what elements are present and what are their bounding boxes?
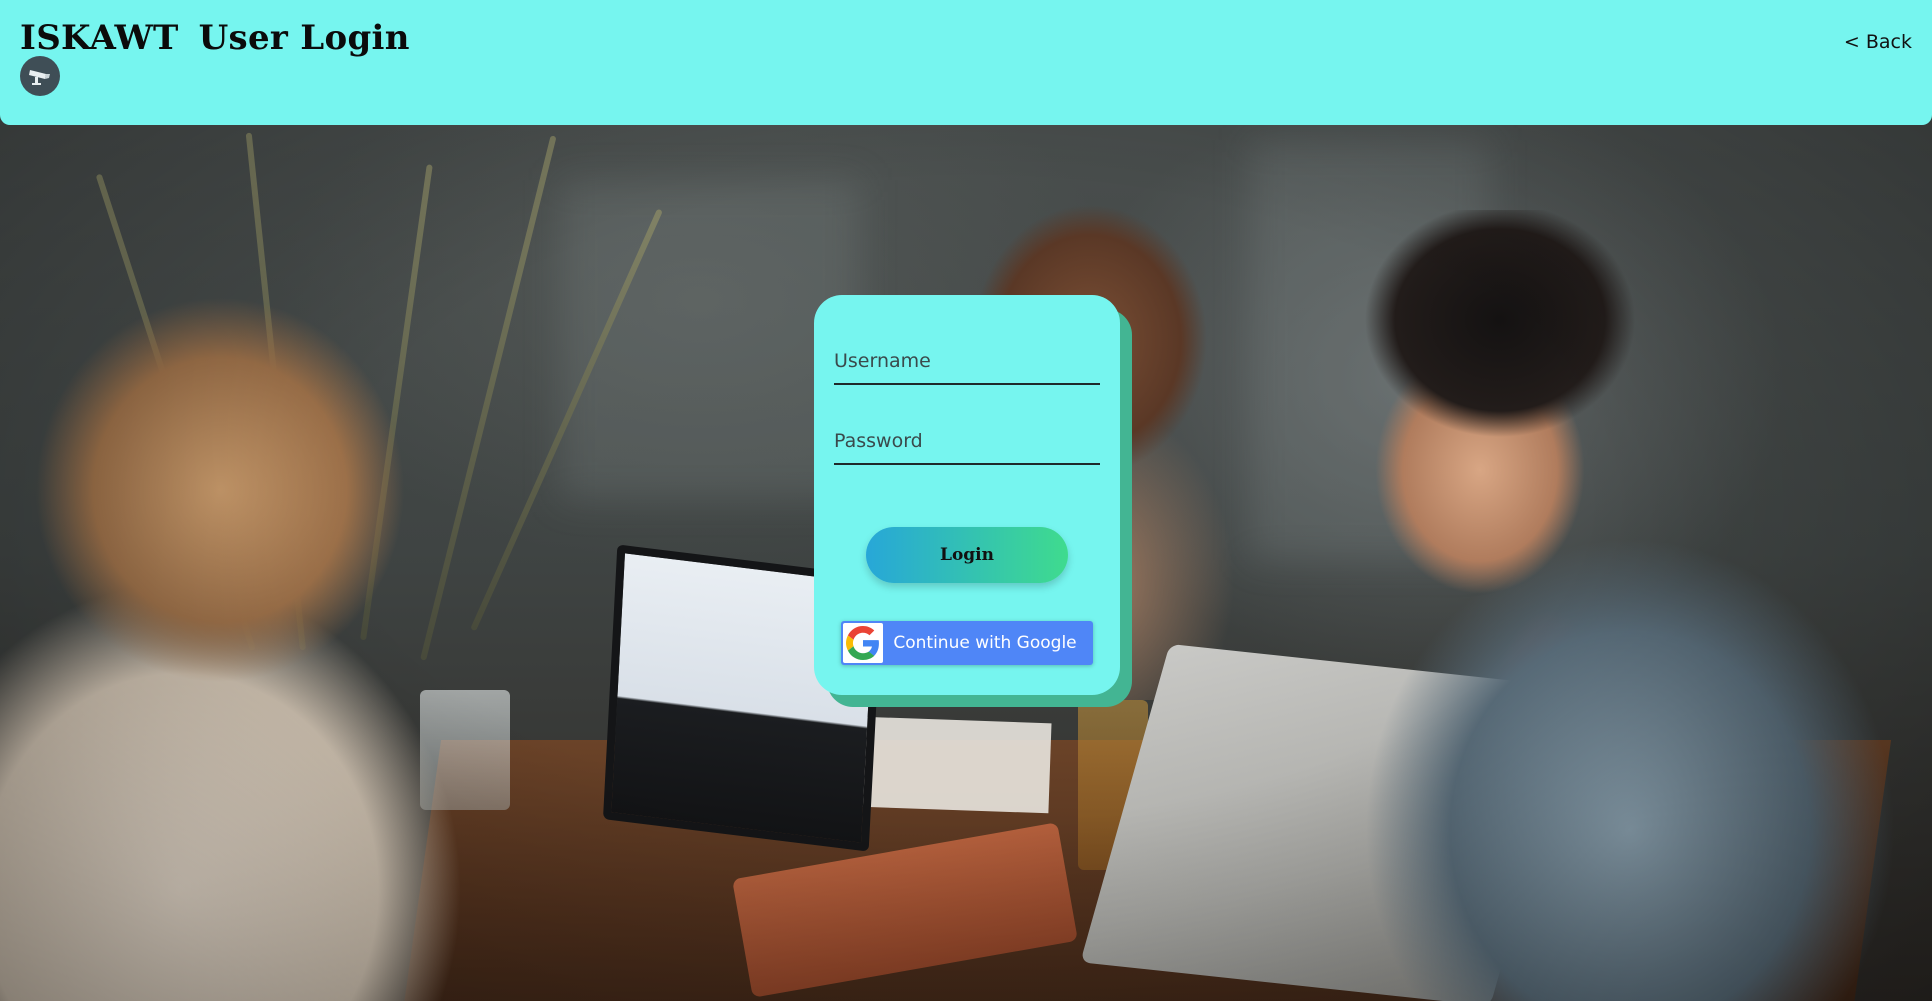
brand-name: ISKAWT: [20, 18, 179, 58]
top-header: ISKAWT User Login < Back: [0, 0, 1932, 125]
google-icon-svg: [846, 626, 879, 660]
google-signin-button[interactable]: Continue with Google: [841, 621, 1093, 665]
google-signin-label: Continue with Google: [893, 633, 1077, 653]
google-icon: [843, 623, 883, 663]
title-text: User Login: [198, 18, 410, 58]
page-title: ISKAWT User Login: [20, 18, 410, 58]
back-link[interactable]: < Back: [1844, 31, 1912, 53]
login-button[interactable]: Login: [866, 527, 1068, 583]
username-input[interactable]: [834, 343, 1100, 385]
login-card: Login Continue with Google: [814, 295, 1120, 695]
password-input[interactable]: [834, 423, 1100, 465]
security-camera-icon: [20, 56, 60, 96]
security-camera-icon-svg: [29, 70, 50, 85]
